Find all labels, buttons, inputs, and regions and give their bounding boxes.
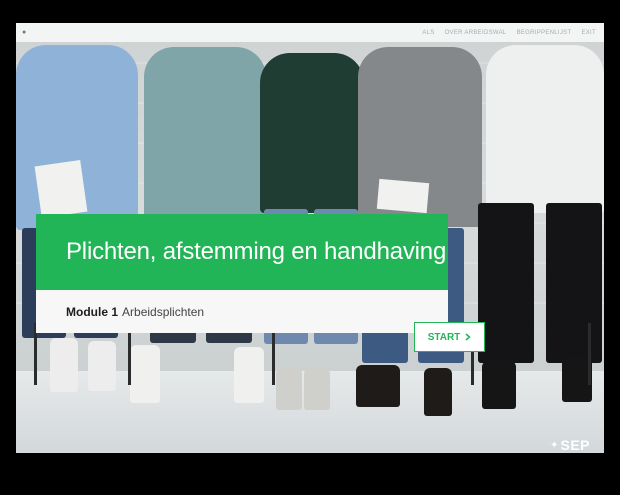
shoe (482, 361, 516, 409)
person-figure (486, 45, 604, 213)
logo-mark-icon: ✦ (550, 439, 559, 451)
top-bar: ● ALS OVER ARBEIDSWAL BEGRIPPENLIJST EXI… (16, 23, 604, 42)
course-title: Plichten, afstemming en handhaving (66, 238, 447, 265)
paper-sheet (376, 178, 430, 214)
logo-text: SEP (560, 437, 590, 453)
module-band: Module 1 Arbeidsplichten (36, 290, 448, 333)
sep-logo: ✦ SEP (550, 437, 590, 453)
paper-sheet (34, 160, 88, 218)
start-label: START (427, 331, 461, 343)
shoe (88, 341, 116, 391)
footer-caption (36, 445, 37, 451)
person-legs (546, 203, 602, 363)
shoe (130, 345, 160, 403)
shoe (356, 365, 400, 407)
person-figure (144, 47, 266, 232)
top-nav: ALS OVER ARBEIDSWAL BEGRIPPENLIJST EXIT (422, 30, 596, 36)
chevron-right-icon (465, 333, 471, 341)
module-name: Arbeidsplichten (122, 304, 205, 319)
nav-item-begrippenlijst[interactable]: BEGRIPPENLIJST (517, 30, 572, 36)
shoe (304, 368, 330, 410)
course-window: ● ALS OVER ARBEIDSWAL BEGRIPPENLIJST EXI… (16, 23, 604, 453)
shoe (234, 347, 264, 403)
nav-item-als[interactable]: ALS (422, 30, 434, 36)
chair-leg (588, 323, 591, 385)
shoe (424, 368, 452, 416)
module-number: Module 1 (66, 304, 119, 319)
shoe (276, 368, 302, 410)
menu-dot-icon[interactable]: ● (22, 29, 26, 36)
shoe (50, 338, 78, 392)
person-legs (478, 203, 534, 363)
nav-item-exit[interactable]: EXIT (581, 30, 596, 36)
course-title-band: Plichten, afstemming en handhaving (36, 214, 448, 290)
nav-item-over[interactable]: OVER ARBEIDSWAL (445, 30, 507, 36)
start-button[interactable]: START (414, 322, 485, 352)
person-figure (260, 53, 364, 213)
